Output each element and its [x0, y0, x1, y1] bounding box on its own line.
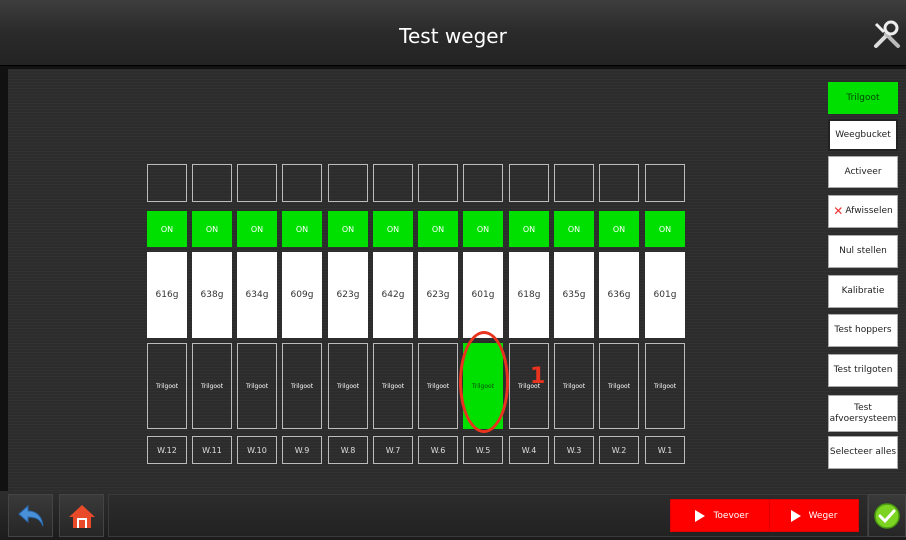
test-afvoersysteem-label-1: Test	[854, 403, 872, 414]
weigher-label: W.11	[192, 436, 232, 464]
on-status-button[interactable]: ON	[554, 211, 594, 247]
weegbucket-mode-label: Weegbucket	[835, 129, 891, 140]
trilgoot-mode-label: Trilgoot	[846, 92, 880, 103]
annotation-number: 1	[530, 364, 546, 389]
header-bar: Test weger	[0, 0, 906, 66]
nul-stellen-label: Nul stellen	[839, 246, 887, 257]
play-icon	[790, 509, 801, 522]
wrench-icon[interactable]	[872, 20, 902, 50]
on-status-button[interactable]: ON	[192, 211, 232, 247]
hopper-slot[interactable]	[147, 164, 187, 202]
on-status-button[interactable]: ON	[463, 211, 503, 247]
on-status-button[interactable]: ON	[373, 211, 413, 247]
weight-readout: 601g	[463, 252, 503, 338]
weigher-label: W.4	[509, 436, 549, 464]
kalibratie-button[interactable]: Kalibratie	[828, 275, 898, 308]
weger-button[interactable]: Weger	[769, 499, 859, 532]
weigher-label: W.7	[373, 436, 413, 464]
hopper-slot[interactable]	[328, 164, 368, 202]
hopper-slot[interactable]	[554, 164, 594, 202]
afwisselen-label: Afwisselen	[845, 206, 893, 217]
on-status-button[interactable]: ON	[328, 211, 368, 247]
trilgoot-button[interactable]: Trilgoot	[554, 343, 594, 429]
trilgoot-button[interactable]: Trilgoot	[418, 343, 458, 429]
back-button[interactable]	[8, 494, 53, 537]
hopper-slot[interactable]	[282, 164, 322, 202]
hopper-slot[interactable]	[237, 164, 277, 202]
play-icon	[695, 509, 706, 522]
weigher-label: W.6	[418, 436, 458, 464]
trilgoot-button[interactable]: Trilgoot	[282, 343, 322, 429]
test-hoppers-label: Test hoppers	[834, 325, 892, 336]
on-status-button[interactable]: ON	[599, 211, 639, 247]
back-arrow-icon	[17, 504, 43, 526]
hopper-slot[interactable]	[645, 164, 685, 202]
weigher-label: W.2	[599, 436, 639, 464]
hopper-slot[interactable]	[599, 164, 639, 202]
on-status-button[interactable]: ON	[282, 211, 322, 247]
trilgoot-button[interactable]: Trilgoot	[328, 343, 368, 429]
kalibratie-label: Kalibratie	[841, 286, 885, 297]
weight-readout: 601g	[645, 252, 685, 338]
afwisselen-button[interactable]: ✕ Afwisselen	[828, 195, 898, 228]
toevoer-label: Toevoer	[713, 510, 749, 521]
trilgoot-button[interactable]: Trilgoot	[192, 343, 232, 429]
weight-readout: 636g	[599, 252, 639, 338]
weigher-label: W.5	[463, 436, 503, 464]
trilgoot-button[interactable]: Trilgoot	[599, 343, 639, 429]
trilgoot-mode-button[interactable]: Trilgoot	[828, 82, 898, 114]
weigher-label: W.12	[147, 436, 187, 464]
on-status-button[interactable]: ON	[645, 211, 685, 247]
home-button[interactable]	[59, 494, 104, 537]
on-status-button[interactable]: ON	[418, 211, 458, 247]
weigher-label: W.3	[554, 436, 594, 464]
weight-readout: 618g	[509, 252, 549, 338]
trilgoot-button[interactable]: Trilgoot	[645, 343, 685, 429]
hopper-slot[interactable]	[418, 164, 458, 202]
weight-readout: 638g	[192, 252, 232, 338]
selecteer-alles-button[interactable]: Selecteer alles	[828, 436, 898, 469]
weger-label: Weger	[808, 510, 838, 521]
test-afvoersysteem-button[interactable]: Test afvoersysteem	[828, 395, 898, 432]
weight-readout: 609g	[282, 252, 322, 338]
on-status-button[interactable]: ON	[237, 211, 277, 247]
confirm-button[interactable]	[868, 494, 906, 537]
trilgoot-button[interactable]: Trilgoot	[147, 343, 187, 429]
on-status-button[interactable]: ON	[509, 211, 549, 247]
test-hoppers-button[interactable]: Test hoppers	[828, 314, 898, 347]
test-afvoersysteem-label-2: afvoersysteem	[829, 413, 897, 424]
weight-readout: 642g	[373, 252, 413, 338]
hopper-slot[interactable]	[192, 164, 232, 202]
hopper-slot[interactable]	[463, 164, 503, 202]
selecteer-alles-label: Selecteer alles	[829, 447, 897, 458]
weigher-label: W.1	[645, 436, 685, 464]
weight-readout: 635g	[554, 252, 594, 338]
activeer-button[interactable]: Activeer	[828, 156, 898, 188]
weigher-label: W.8	[328, 436, 368, 464]
weegbucket-mode-button[interactable]: Weegbucket	[828, 119, 898, 151]
on-status-button[interactable]: ON	[147, 211, 187, 247]
weight-readout: 623g	[328, 252, 368, 338]
trilgoot-button[interactable]: Trilgoot	[237, 343, 277, 429]
close-icon: ✕	[833, 203, 844, 218]
test-trilgoten-label: Test trilgoten	[833, 365, 893, 376]
trilgoot-button[interactable]: Trilgoot	[373, 343, 413, 429]
annotation-ellipse	[459, 331, 509, 433]
test-trilgoten-button[interactable]: Test trilgoten	[828, 354, 898, 387]
home-icon	[68, 504, 95, 528]
activeer-label: Activeer	[844, 166, 882, 177]
checkmark-icon	[874, 502, 900, 529]
weight-readout: 616g	[147, 252, 187, 338]
hopper-slot[interactable]	[509, 164, 549, 202]
toevoer-button[interactable]: Toevoer	[670, 499, 774, 532]
weight-readout: 623g	[418, 252, 458, 338]
weigher-label: W.10	[237, 436, 277, 464]
page-title: Test weger	[399, 24, 507, 48]
weigher-label: W.9	[282, 436, 322, 464]
hopper-slot[interactable]	[373, 164, 413, 202]
nul-stellen-button[interactable]: Nul stellen	[828, 235, 898, 268]
weight-readout: 634g	[237, 252, 277, 338]
